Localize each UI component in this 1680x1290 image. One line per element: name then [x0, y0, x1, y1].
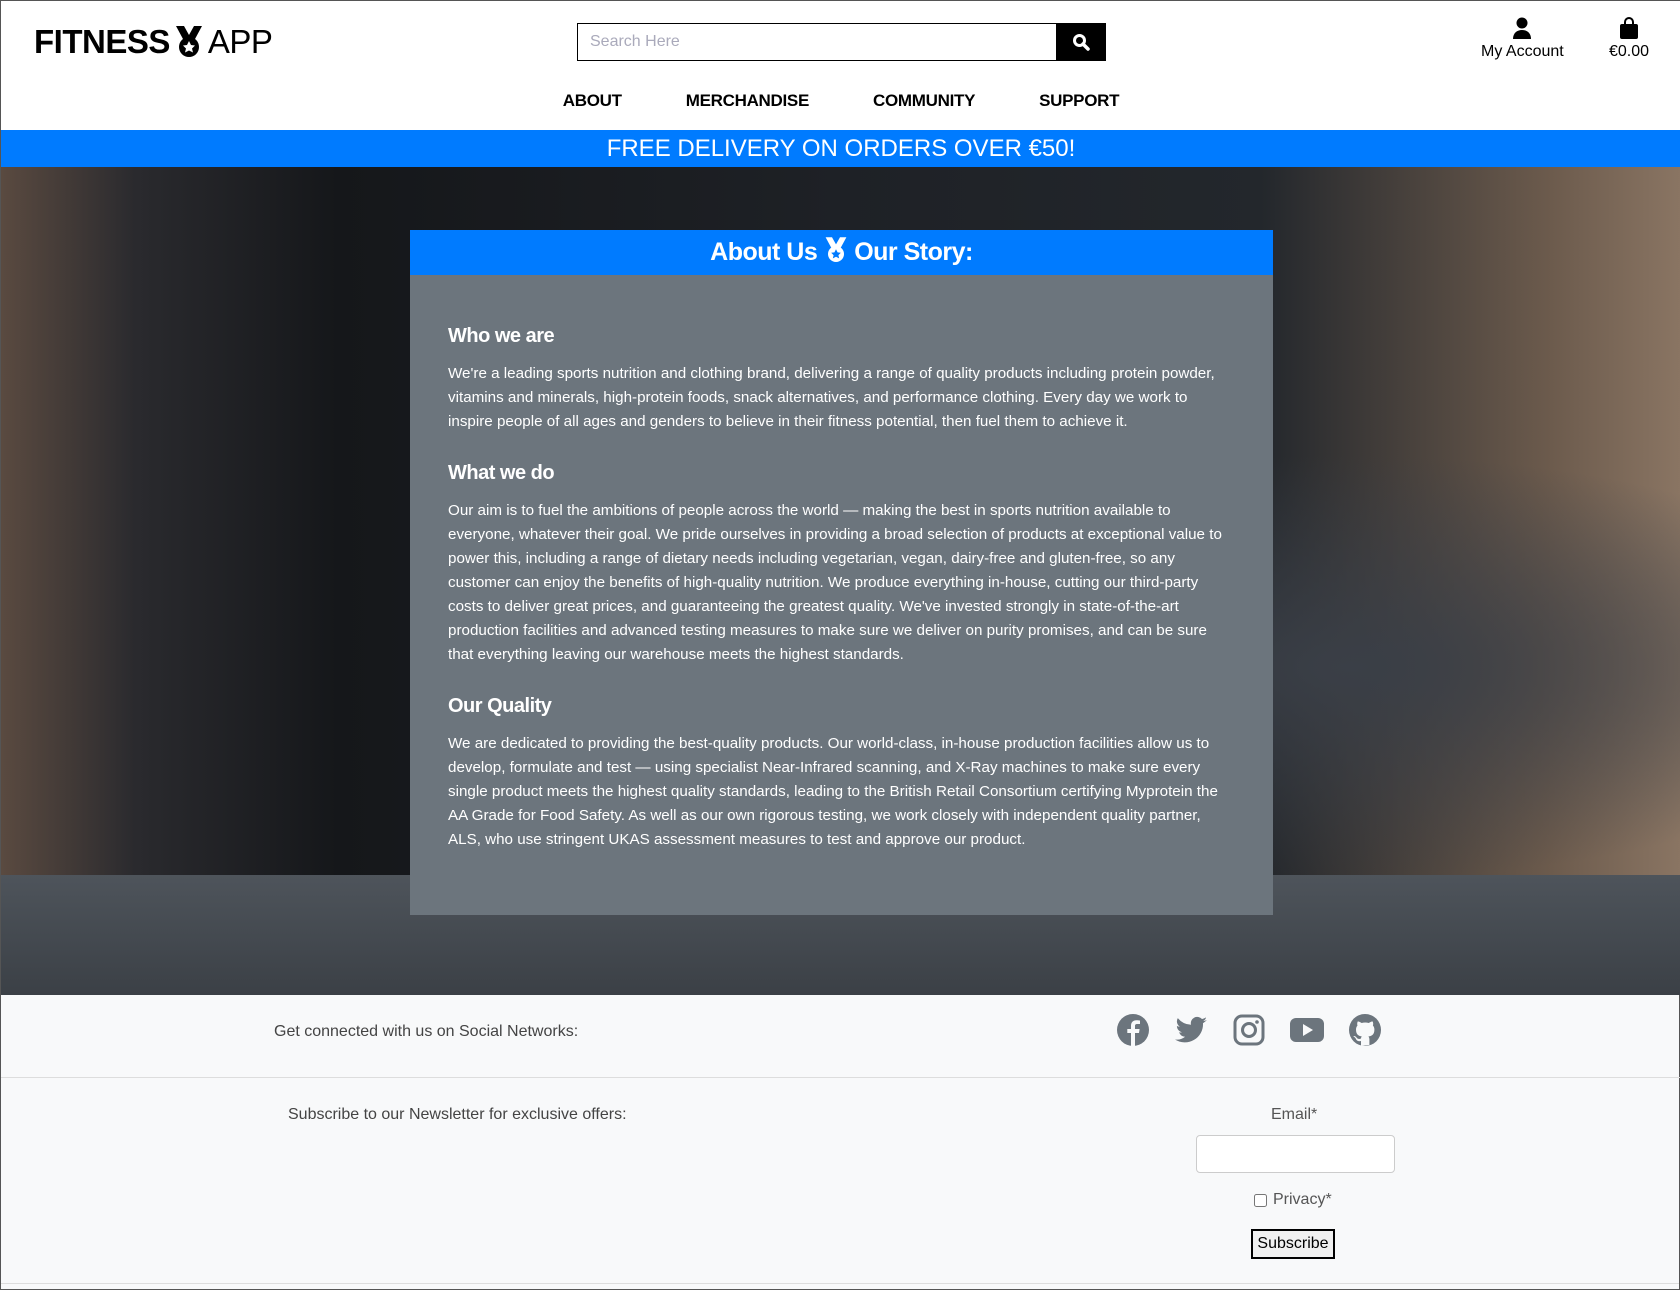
section-text: We are dedicated to providing the best-q…: [448, 735, 1218, 848]
youtube-icon[interactable]: [1290, 1013, 1324, 1047]
medal-icon: [175, 26, 202, 57]
github-icon[interactable]: [1348, 1013, 1382, 1047]
email-label: Email*: [1271, 1106, 1318, 1123]
nav-community[interactable]: COMMUNITY: [873, 91, 975, 111]
search-button[interactable]: [1056, 24, 1105, 60]
privacy-checkbox-label[interactable]: Privacy*: [1254, 1191, 1332, 1209]
shopping-bag-icon: [1620, 17, 1639, 39]
user-icon: [1513, 17, 1532, 39]
section-text: Our aim is to fuel the ambitions of peop…: [448, 502, 1222, 663]
privacy-checkbox[interactable]: [1254, 1193, 1267, 1207]
site-header: FITNESS APP My Account €0.00 ABOUT MERCH…: [1, 1, 1680, 130]
my-account-link[interactable]: My Account: [1481, 17, 1564, 61]
section-heading: Our Quality: [448, 695, 552, 717]
section-heading: Who we are: [448, 325, 555, 347]
delivery-banner: FREE DELIVERY ON ORDERS OVER €50!: [1, 130, 1680, 167]
section-heading: What we do: [448, 462, 555, 484]
twitter-icon[interactable]: [1174, 1013, 1208, 1047]
facebook-icon[interactable]: [1116, 1013, 1150, 1047]
section-text: We're a leading sports nutrition and clo…: [448, 365, 1215, 430]
nav-support[interactable]: SUPPORT: [1039, 91, 1119, 111]
subscribe-button[interactable]: Subscribe: [1251, 1229, 1335, 1259]
search-bar: [577, 23, 1106, 61]
nav-about[interactable]: ABOUT: [563, 91, 622, 111]
cart-link[interactable]: €0.00: [1609, 17, 1649, 61]
social-bar: Get connected with us on Social Networks…: [1, 995, 1680, 1078]
search-icon: [1072, 34, 1090, 51]
main-nav: ABOUT MERCHANDISE COMMUNITY SUPPORT: [1, 91, 1680, 111]
logo[interactable]: FITNESS APP: [34, 23, 273, 61]
about-card: About Us Our Story: Who we are We're a l…: [410, 230, 1273, 915]
medal-icon: [825, 237, 847, 262]
instagram-icon[interactable]: [1232, 1013, 1266, 1047]
email-field[interactable]: [1196, 1135, 1395, 1173]
divider: [1, 1283, 1679, 1284]
card-title: About Us Our Story:: [410, 230, 1273, 275]
nav-merchandise[interactable]: MERCHANDISE: [686, 91, 810, 111]
search-input[interactable]: [578, 24, 1056, 60]
